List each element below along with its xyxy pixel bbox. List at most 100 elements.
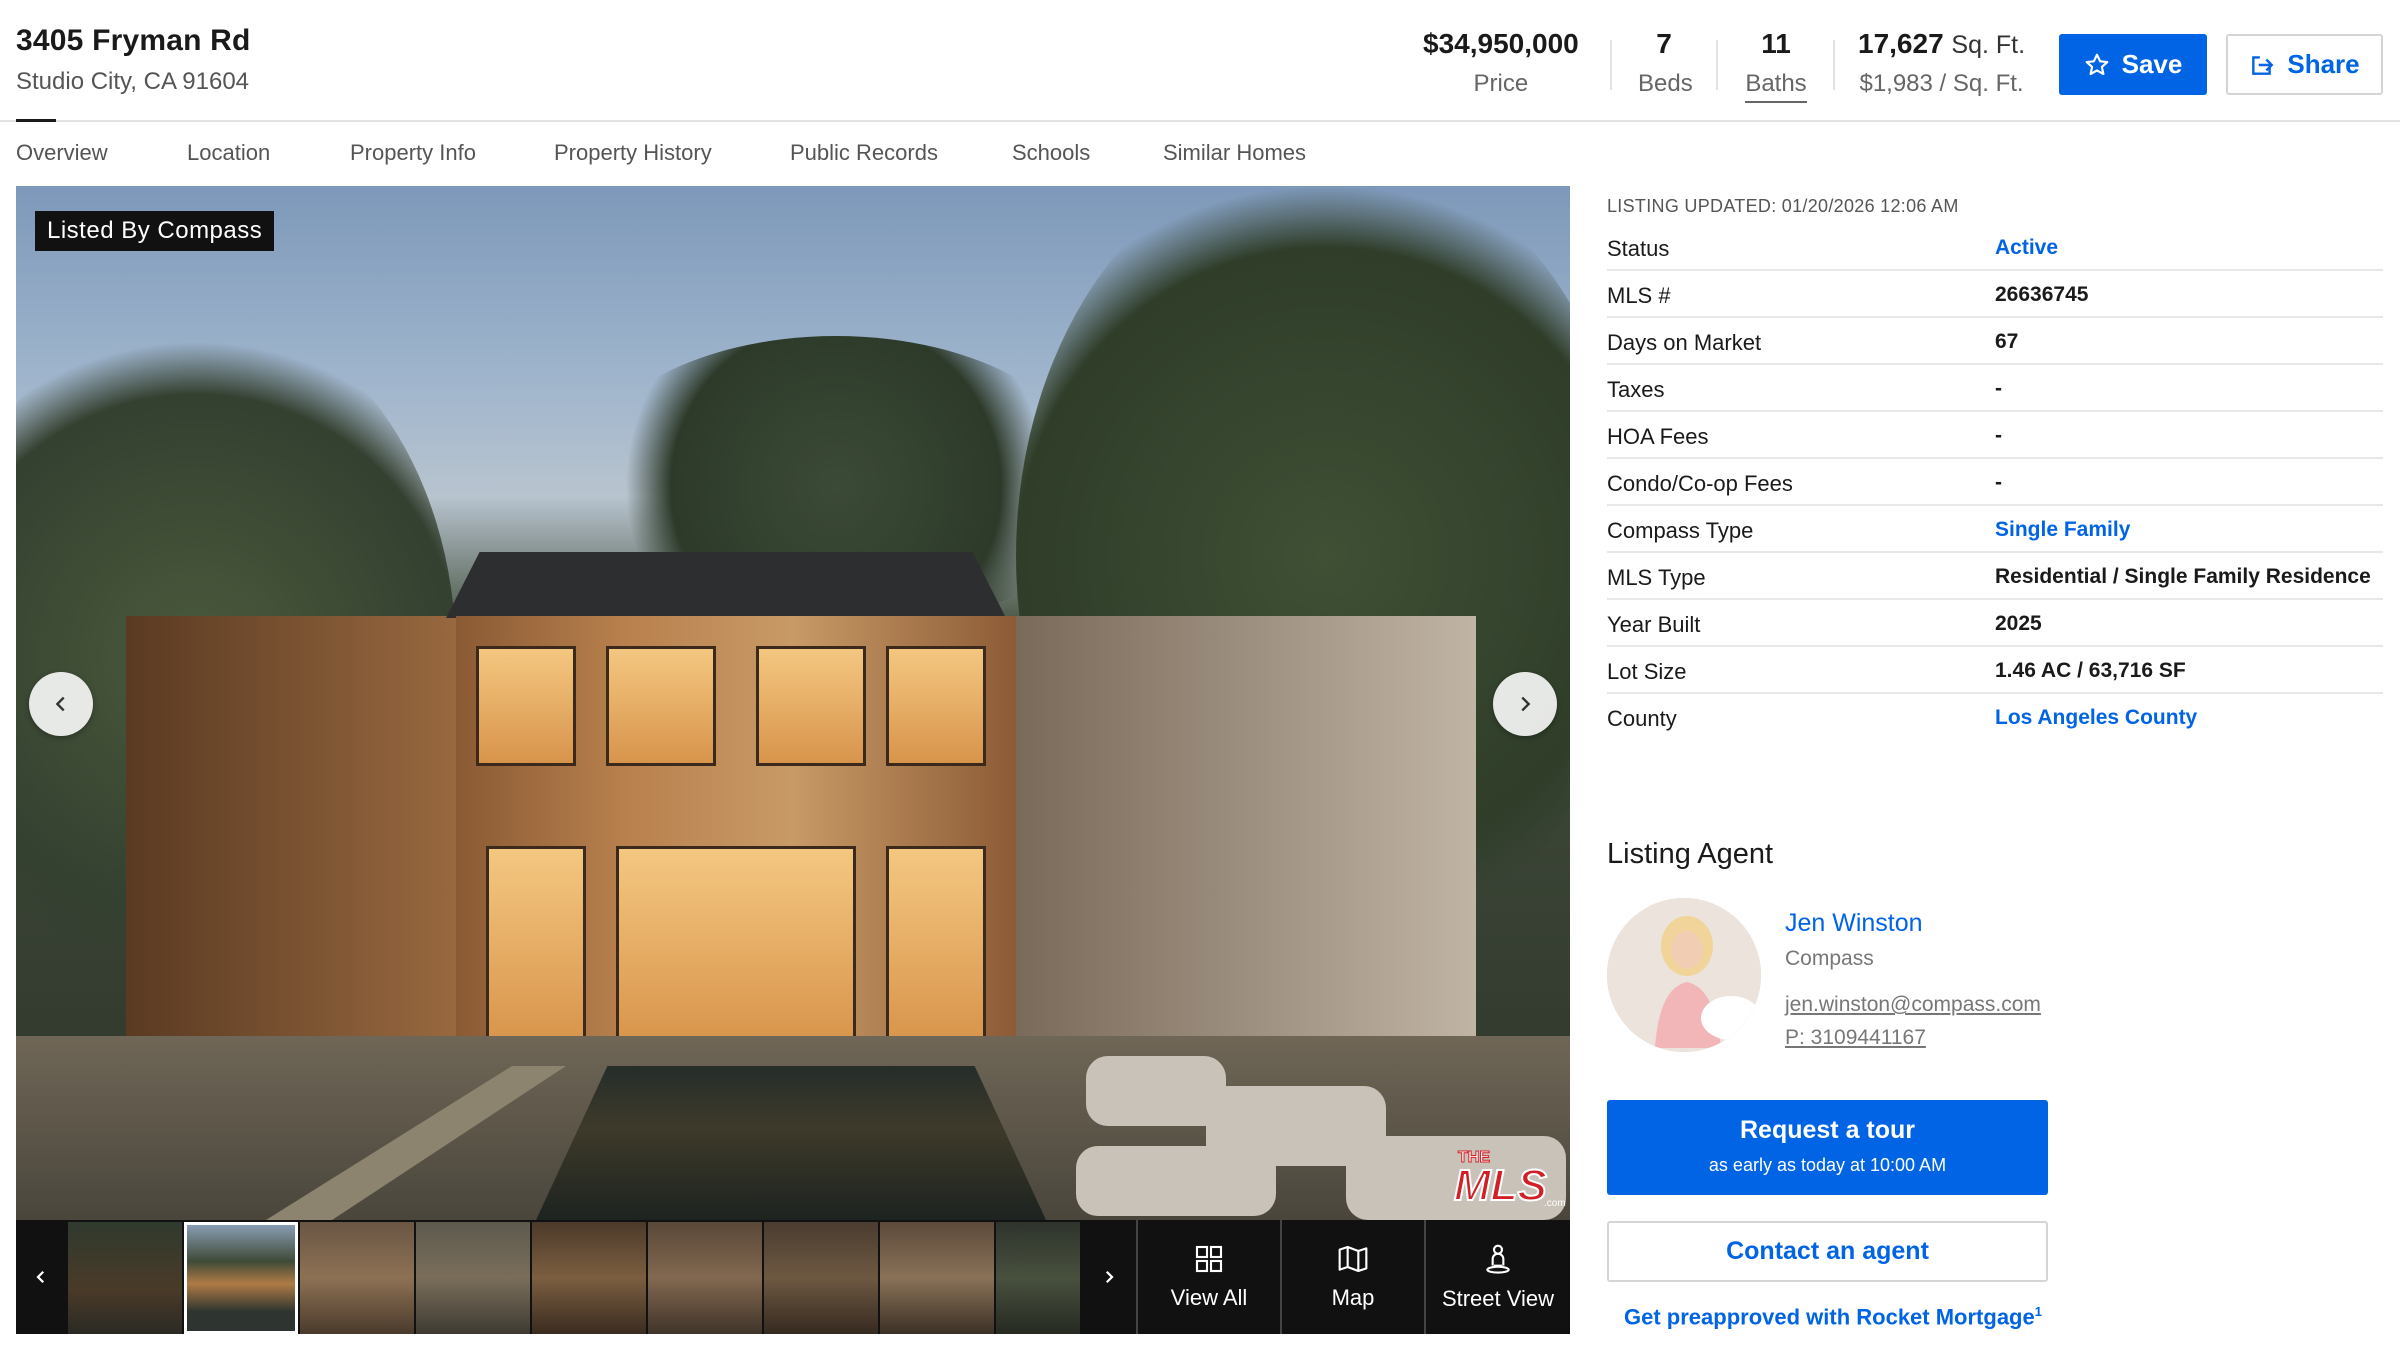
view-all-label: View All: [1170, 1285, 1248, 1310]
hoa-fees-value: -: [1995, 424, 2002, 447]
divider: [1610, 40, 1612, 90]
baths-label[interactable]: Baths: [1745, 70, 1807, 103]
window: [606, 646, 716, 766]
tab-public-records[interactable]: Public Records: [790, 140, 938, 166]
window: [486, 846, 586, 1046]
thumbnail[interactable]: [996, 1222, 1080, 1334]
main-photo[interactable]: Listed By Compass THE MLS .com: [16, 186, 1570, 1220]
divider: [1833, 40, 1835, 90]
street-view-label: Street View: [1441, 1286, 1555, 1311]
thumbnail[interactable]: [880, 1222, 994, 1334]
info-row-lot-size: Lot Size 1.46 AC / 63,716 SF: [1607, 647, 2383, 694]
sqft-stat: 17,627 Sq. Ft. $1,983 / Sq. Ft.: [1858, 28, 2025, 98]
chevron-right-icon: [1105, 1270, 1114, 1284]
thumbnail[interactable]: [68, 1222, 182, 1334]
info-row-condo-fees: Condo/Co-op Fees -: [1607, 459, 2383, 506]
save-button[interactable]: Save: [2059, 34, 2207, 95]
svg-text:.com: .com: [1544, 1198, 1566, 1209]
thumbnail[interactable]: [532, 1222, 646, 1334]
agent-avatar[interactable]: [1607, 898, 1761, 1052]
tab-location[interactable]: Location: [187, 140, 270, 166]
baths-stat[interactable]: 11 Baths: [1741, 28, 1811, 103]
info-label: Taxes: [1607, 377, 1665, 402]
info-row-mls-type: MLS Type Residential / Single Family Res…: [1607, 553, 2383, 600]
price-per-sqft: $1,983 / Sq. Ft.: [1859, 70, 2024, 97]
house-wing-right: [1016, 616, 1476, 1036]
address-street: 3405 Fryman Rd: [16, 24, 251, 57]
thumbs-prev-button[interactable]: [16, 1220, 66, 1334]
thumbnail[interactable]: [416, 1222, 530, 1334]
house-facade: [456, 616, 1016, 1056]
tab-property-info[interactable]: Property Info: [350, 140, 476, 166]
beds-label: Beds: [1638, 70, 1693, 97]
preapproved-link[interactable]: Get preapproved with Rocket Mortgage1: [1624, 1304, 2042, 1330]
info-row-status: Status Active: [1607, 224, 2383, 271]
street-view-button[interactable]: Street View: [1424, 1220, 1570, 1334]
thumbnail[interactable]: [300, 1222, 414, 1334]
thumbnail[interactable]: [764, 1222, 878, 1334]
tab-schools[interactable]: Schools: [1012, 140, 1090, 166]
info-label: County: [1607, 706, 1677, 731]
house-roof: [446, 552, 1006, 618]
info-label: MLS Type: [1607, 565, 1706, 590]
lounge-cushion: [1086, 1056, 1226, 1126]
info-label: Days on Market: [1607, 330, 1762, 355]
address-block: 3405 Fryman Rd Studio City, CA 91604: [16, 24, 251, 96]
sqft-unit: Sq. Ft.: [1951, 31, 2026, 59]
info-label: Compass Type: [1607, 518, 1754, 543]
thumbs-next-button[interactable]: [1084, 1220, 1134, 1334]
info-row-compass-type: Compass Type Single Family: [1607, 506, 2383, 553]
house-wing-left: [126, 616, 466, 1036]
listing-header: 3405 Fryman Rd Studio City, CA 91604 $34…: [0, 0, 2400, 122]
share-button[interactable]: Share: [2226, 34, 2383, 95]
divider: [1716, 40, 1718, 90]
svg-text:MLS: MLS: [1454, 1161, 1547, 1210]
tab-property-history[interactable]: Property History: [554, 140, 712, 166]
thumbnail[interactable]: [184, 1222, 298, 1334]
chevron-left-icon: [55, 696, 65, 712]
chevron-left-icon: [36, 1270, 45, 1284]
agent-name[interactable]: Jen Winston: [1785, 909, 1923, 938]
beds-stat: 7 Beds: [1638, 28, 1693, 98]
mls-type-value: Residential / Single Family Residence: [1995, 565, 2371, 588]
listed-by-badge: Listed By Compass: [35, 211, 275, 251]
person-pin-icon: [1486, 1244, 1510, 1274]
days-on-market-value: 67: [1995, 330, 2019, 353]
county-value[interactable]: Los Angeles County: [1995, 706, 2197, 730]
info-row-year-built: Year Built 2025: [1607, 600, 2383, 647]
beds-value: 7: [1656, 28, 1672, 59]
preapproved-label: Get preapproved with Rocket Mortgage: [1624, 1304, 2035, 1330]
photo-next-button[interactable]: [1493, 672, 1557, 736]
price-label: Price: [1473, 70, 1529, 97]
contact-agent-button[interactable]: Contact an agent: [1607, 1221, 2048, 1282]
info-label: Condo/Co-op Fees: [1607, 471, 1793, 496]
tab-similar-homes[interactable]: Similar Homes: [1163, 140, 1306, 166]
request-tour-sublabel: as early as today at 10:00 AM: [1708, 1155, 1947, 1175]
active-tab-indicator: [16, 119, 56, 122]
grid-icon: [1195, 1245, 1223, 1273]
pool: [536, 1066, 1046, 1220]
request-tour-button[interactable]: Request a tour as early as today at 10:0…: [1607, 1100, 2048, 1195]
photo-prev-button[interactable]: [29, 672, 93, 736]
agent-phone-link[interactable]: P: 3109441167: [1785, 1026, 1926, 1050]
agent-company: Compass: [1785, 947, 1874, 970]
thumbnail-strip: View All Map Street View: [16, 1220, 1570, 1334]
price-value: $34,950,000: [1423, 28, 1579, 59]
window: [756, 646, 866, 766]
info-label: Status: [1607, 236, 1670, 261]
status-value[interactable]: Active: [1995, 236, 2058, 260]
info-label: MLS #: [1607, 283, 1671, 308]
view-all-button[interactable]: View All: [1136, 1220, 1280, 1334]
tab-overview[interactable]: Overview: [16, 140, 108, 166]
thumbnail[interactable]: [648, 1222, 762, 1334]
map-button[interactable]: Map: [1280, 1220, 1424, 1334]
map-icon: [1338, 1245, 1368, 1273]
listing-agent-heading: Listing Agent: [1607, 838, 1774, 870]
info-row-county: County Los Angeles County: [1607, 694, 2383, 741]
share-icon: [2252, 55, 2274, 75]
compass-type-value[interactable]: Single Family: [1995, 518, 2130, 542]
agent-email-link[interactable]: jen.winston@compass.com: [1785, 993, 2041, 1017]
contact-agent-label: Contact an agent: [1726, 1237, 1929, 1265]
chevron-right-icon: [1521, 696, 1531, 712]
sqft-value: 17,627: [1858, 28, 1944, 59]
